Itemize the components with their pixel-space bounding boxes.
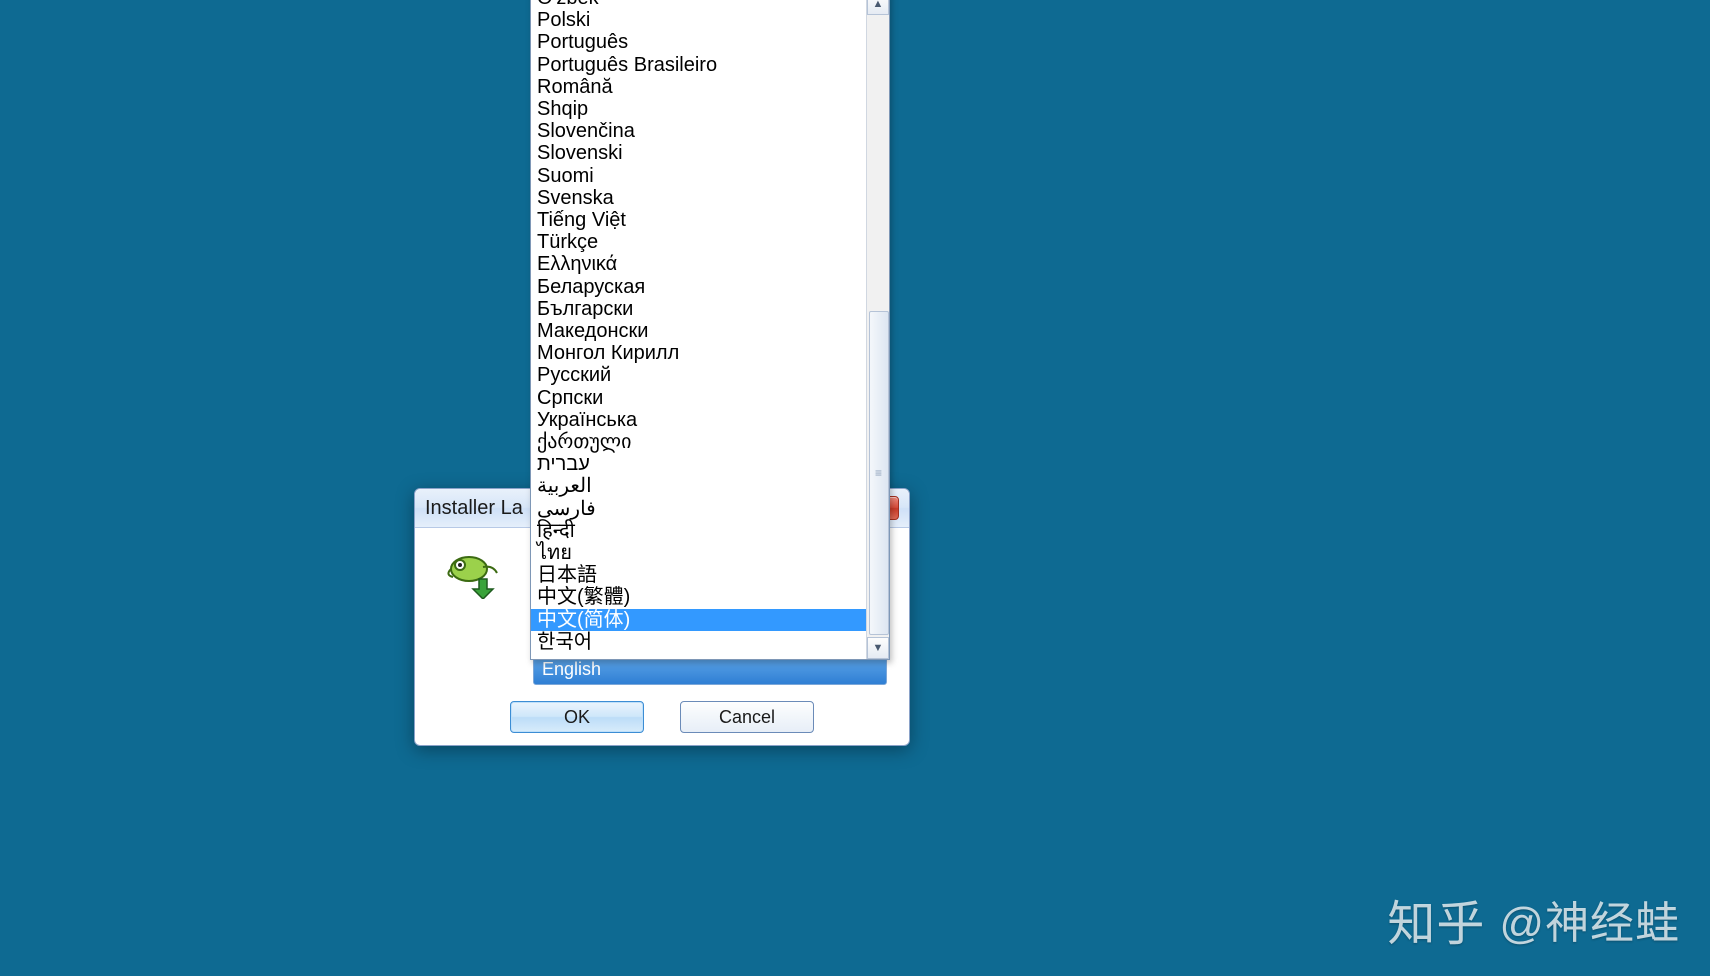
language-option[interactable]: Беларуская (531, 276, 867, 298)
language-option[interactable]: Русский (531, 364, 867, 386)
language-option[interactable]: Türkçe (531, 231, 867, 253)
combobox-value: English (534, 656, 886, 683)
language-option[interactable]: 日本語 (531, 564, 867, 586)
language-option[interactable]: Polski (531, 9, 867, 31)
language-option[interactable]: Português (531, 31, 867, 53)
scroll-down-button[interactable]: ▼ (867, 637, 889, 659)
language-option[interactable]: Slovenski (531, 142, 867, 164)
language-option[interactable]: Svenska (531, 187, 867, 209)
language-option[interactable]: Tiếng Việt (531, 209, 867, 231)
language-dropdown[interactable]: O'zbekPolskiPortuguêsPortuguês Brasileir… (530, 0, 890, 660)
scroll-thumb[interactable] (869, 311, 889, 635)
language-option[interactable]: Română (531, 76, 867, 98)
language-option[interactable]: Македонски (531, 320, 867, 342)
chevron-up-icon: ▲ (873, 0, 884, 10)
language-option[interactable]: 中文(繁體) (531, 586, 867, 608)
language-option[interactable]: O'zbek (531, 0, 867, 9)
language-option[interactable]: فارسی (531, 498, 867, 520)
language-option[interactable]: हिन्दी (531, 520, 867, 542)
language-option[interactable]: ไทย (531, 542, 867, 564)
language-option[interactable]: Български (531, 298, 867, 320)
language-option[interactable]: 中文(简体) (531, 609, 867, 631)
language-option[interactable]: Português Brasileiro (531, 54, 867, 76)
dropdown-scrollbar[interactable]: ▲ ▼ (866, 0, 889, 659)
scroll-up-button[interactable]: ▲ (867, 0, 889, 15)
language-option[interactable]: 한국어 (531, 631, 867, 653)
language-option[interactable]: Ελληνικά (531, 253, 867, 275)
language-option[interactable]: Shqip (531, 98, 867, 120)
language-option[interactable]: Suomi (531, 165, 867, 187)
language-option[interactable]: ქართული (531, 431, 867, 453)
cancel-button[interactable]: Cancel (680, 701, 814, 733)
chevron-down-icon: ▼ (873, 642, 884, 654)
language-option[interactable]: العربية (531, 475, 867, 497)
installer-logo-icon (443, 549, 503, 599)
ok-button[interactable]: OK (510, 701, 644, 733)
language-option[interactable]: Српски (531, 387, 867, 409)
language-option[interactable]: Українська (531, 409, 867, 431)
watermark-handle: @神经蛙 (1499, 887, 1680, 951)
dialog-button-row: OK Cancel (415, 689, 909, 745)
language-option[interactable]: עברית (531, 453, 867, 475)
zhihu-logo-icon: 知乎 (1387, 884, 1485, 954)
language-option[interactable]: Slovenčina (531, 120, 867, 142)
language-option[interactable]: Монгол Кирилл (531, 342, 867, 364)
watermark: 知乎 @神经蛙 (1387, 884, 1680, 954)
